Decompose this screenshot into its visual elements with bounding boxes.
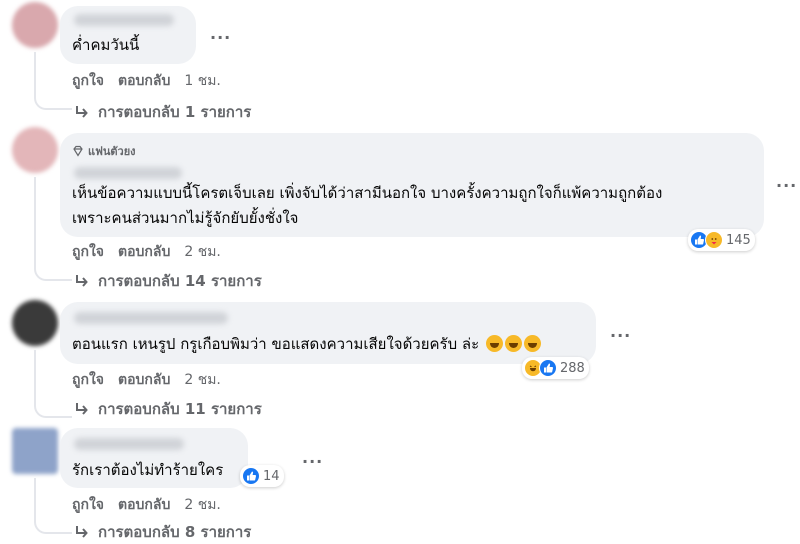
timestamp[interactable]: 1 ชม. (184, 70, 221, 92)
reaction-count: 145 (726, 232, 751, 248)
thread-rail-curve (34, 88, 72, 110)
reply-arrow-icon (76, 106, 88, 118)
reply-arrow-icon (76, 526, 88, 538)
author-name-blurred[interactable] (74, 14, 174, 26)
reaction-summary[interactable]: 145 (688, 229, 755, 251)
thread-rail-curve (34, 396, 72, 418)
reaction-summary[interactable]: 14 (240, 465, 284, 487)
comment-actions: ถูกใจ ตอบกลับ 1 ชม. (72, 70, 221, 92)
more-options-button[interactable]: ··· (776, 176, 797, 195)
timestamp[interactable]: 2 ชม. (184, 241, 221, 263)
replies-label: การตอบกลับ 1 รายการ (98, 103, 252, 121)
like-link[interactable]: ถูกใจ (72, 70, 104, 92)
comment-text: ค่ำคมวันนี้ (72, 36, 140, 54)
reply-arrow-icon (76, 403, 88, 415)
more-options-button[interactable]: ··· (210, 28, 231, 47)
author-name-blurred[interactable] (74, 167, 182, 179)
like-link[interactable]: ถูกใจ (72, 241, 104, 263)
timestamp[interactable]: 2 ชม. (184, 494, 221, 516)
avatar[interactable] (12, 300, 58, 346)
replies-label: การตอบกลับ 11 รายการ (98, 400, 262, 418)
comment-bubble: รักเราต้องไม่ทำร้ายใคร (60, 428, 248, 488)
thread-rail-curve (34, 512, 72, 534)
comment-text-line-1: เห็นข้อความแบบนี้โครตเจ็บเลย เพิ่งจับได้… (72, 184, 663, 202)
timestamp[interactable]: 2 ชม. (184, 369, 221, 391)
thread-rail (34, 177, 36, 259)
top-fan-badge: แฟนตัวยง (72, 142, 136, 160)
view-replies-link[interactable]: การตอบกลับ 8 รายการ (74, 520, 251, 544)
comment-bubble: แฟนตัวยง เห็นข้อความแบบนี้โครตเจ็บเลย เพ… (60, 133, 764, 237)
rofl-emoji-icon (523, 335, 541, 352)
author-name-blurred[interactable] (74, 438, 184, 450)
comment-text: รักเราต้องไม่ทำร้ายใคร (72, 461, 224, 479)
comment-bubble: ค่ำคมวันนี้ (60, 6, 196, 64)
comment-text: ตอนแรก เหนรูป กรูเกือบพิมว่า ขอแสดงความเ… (72, 332, 541, 357)
badge-label: แฟนตัวยง (88, 145, 136, 158)
view-replies-link[interactable]: การตอบกลับ 14 รายการ (74, 269, 262, 293)
reaction-count: 288 (560, 360, 585, 376)
reply-link[interactable]: ตอบกลับ (118, 70, 170, 92)
like-reaction-icon (242, 467, 260, 485)
rofl-emoji-icon (485, 335, 503, 352)
reaction-summary[interactable]: 288 (522, 357, 589, 379)
rofl-emoji-icon (504, 335, 522, 352)
care-reaction-icon (705, 231, 723, 249)
like-link[interactable]: ถูกใจ (72, 369, 104, 391)
like-reaction-icon (539, 359, 557, 377)
reply-arrow-icon (76, 275, 88, 287)
reply-link[interactable]: ตอบกลับ (118, 241, 170, 263)
thread-rail (34, 350, 36, 396)
avatar[interactable] (12, 127, 58, 173)
avatar[interactable] (12, 2, 58, 48)
view-replies-link[interactable]: การตอบกลับ 11 รายการ (74, 397, 262, 421)
comment-actions: ถูกใจ ตอบกลับ 2 ชม. (72, 494, 221, 516)
avatar[interactable] (12, 428, 58, 474)
diamond-icon (73, 145, 83, 157)
comment-text-line-2: เพราะคนส่วนมากไม่รู้จักยับยั้งชั่งใจ (72, 209, 299, 227)
comment-actions: ถูกใจ ตอบกลับ 2 ชม. (72, 369, 221, 391)
more-options-button[interactable]: ··· (610, 326, 631, 345)
thread-rail (34, 52, 36, 88)
author-name-blurred[interactable] (74, 312, 228, 324)
thread-rail-curve (34, 259, 72, 281)
comment-actions: ถูกใจ ตอบกลับ 2 ชม. (72, 241, 221, 263)
more-options-button[interactable]: ··· (302, 452, 323, 471)
reaction-count: 14 (263, 468, 280, 484)
reply-link[interactable]: ตอบกลับ (118, 369, 170, 391)
reply-link[interactable]: ตอบกลับ (118, 494, 170, 516)
replies-label: การตอบกลับ 14 รายการ (98, 272, 262, 290)
comment-bubble: ตอนแรก เหนรูป กรูเกือบพิมว่า ขอแสดงความเ… (60, 302, 596, 364)
view-replies-link[interactable]: การตอบกลับ 1 รายการ (74, 100, 251, 124)
like-link[interactable]: ถูกใจ (72, 494, 104, 516)
replies-label: การตอบกลับ 8 รายการ (98, 523, 252, 541)
comment-text-body: ตอนแรก เหนรูป กรูเกือบพิมว่า ขอแสดงความเ… (72, 335, 480, 353)
